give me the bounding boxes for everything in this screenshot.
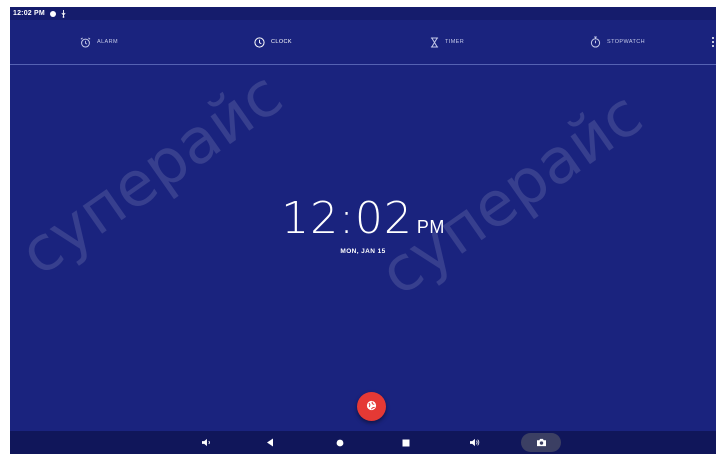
world-clock-button[interactable] [357, 392, 386, 421]
tab-stopwatch[interactable]: STOPWATCH [590, 20, 645, 64]
tab-label: ALARM [97, 39, 118, 45]
tab-label: STOPWATCH [607, 39, 646, 45]
tab-label: CLOCK [271, 39, 292, 45]
usb-icon [61, 9, 66, 18]
alarm-clock-icon [80, 37, 91, 48]
tab-bar: ALARM CLOCK TIMER STOPWATCH [10, 20, 716, 65]
dot-icon [712, 45, 714, 47]
current-date: MON, JAN 15 [340, 248, 386, 255]
back-button[interactable] [260, 431, 280, 454]
volume-down-button[interactable] [196, 431, 216, 454]
clock-display: 12:02 PM MON, JAN 15 [10, 197, 716, 256]
overflow-menu-button[interactable] [710, 20, 716, 64]
screenshot-button[interactable] [521, 433, 561, 452]
volume-up-icon [469, 434, 480, 452]
navigation-bar [10, 431, 716, 454]
recents-icon [402, 434, 410, 452]
volume-down-icon [201, 434, 212, 452]
current-time: 12:02 [281, 193, 413, 244]
volume-up-button[interactable] [464, 431, 484, 454]
time-row: 12:02 PM [10, 197, 716, 241]
home-button[interactable] [330, 431, 350, 454]
dot-icon [712, 37, 714, 39]
tab-alarm[interactable]: ALARM [80, 20, 118, 64]
stopwatch-icon [590, 36, 601, 48]
status-bar: 12:02 PM [10, 7, 716, 20]
globe-icon [366, 398, 377, 416]
status-time: 12:02 PM [13, 10, 45, 17]
recents-button[interactable] [396, 431, 416, 454]
back-icon [266, 434, 274, 452]
am-pm-label: PM [416, 217, 445, 237]
tab-timer[interactable]: TIMER [430, 20, 464, 64]
clock-icon [254, 36, 265, 48]
app-window: 12:02 PM ALARM CLOCK TIMER STOPWATCH суп… [10, 7, 716, 454]
tab-clock[interactable]: CLOCK [254, 20, 292, 64]
notification-dot-icon [49, 10, 56, 17]
home-icon [336, 434, 344, 452]
dot-icon [712, 41, 714, 43]
camera-icon [536, 434, 547, 452]
hourglass-icon [430, 37, 439, 48]
tab-label: TIMER [445, 39, 465, 45]
